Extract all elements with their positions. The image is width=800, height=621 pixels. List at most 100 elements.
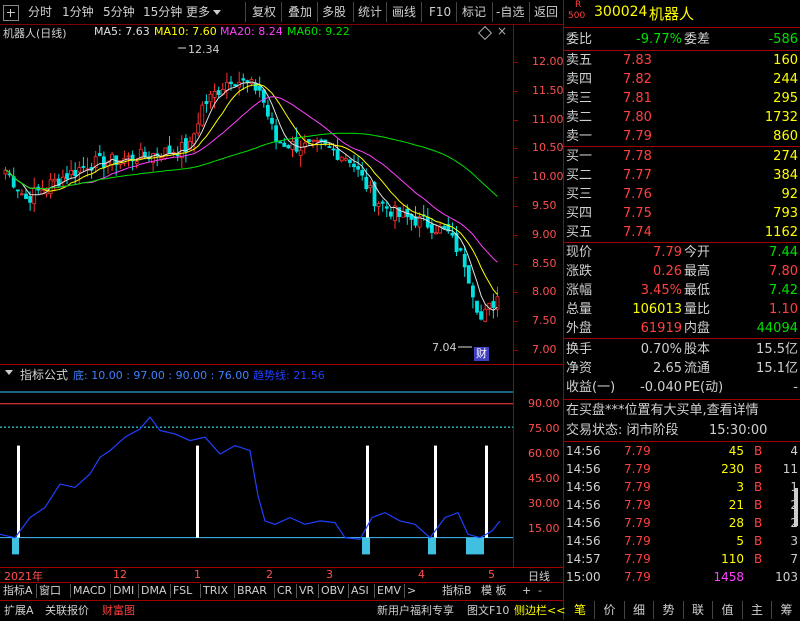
candle <box>484 309 487 321</box>
quote-tab[interactable]: 联 <box>684 601 713 619</box>
price-tick: 7.50 <box>532 314 561 327</box>
candle <box>209 94 212 102</box>
indicator-tab[interactable]: ASI <box>351 583 369 598</box>
price-tick: 7.00 <box>532 343 561 356</box>
mark-button[interactable]: 标记 <box>462 3 486 21</box>
candle <box>164 148 167 159</box>
candle <box>262 90 265 102</box>
quote-tab[interactable]: 笔 <box>566 601 595 619</box>
trade-count: 3 <box>790 532 798 550</box>
remove-watchlist-button[interactable]: -自选 <box>496 3 524 21</box>
tick-mark <box>514 120 518 121</box>
overlay-button[interactable]: 叠加 <box>288 3 312 21</box>
quote-tab[interactable]: 主 <box>743 601 772 619</box>
bids-row: 买五7.741162 <box>566 223 800 242</box>
asks-price[interactable]: 7.82 <box>623 70 652 89</box>
date-axis: 2021年 12 1 2 3 4 5 日线 <box>0 568 563 583</box>
bids-price[interactable]: 7.77 <box>623 166 652 185</box>
quote-tab[interactable]: 值 <box>714 601 743 619</box>
candle <box>66 174 69 179</box>
draw-line-button[interactable]: 画线 <box>392 3 416 21</box>
indicator-tab[interactable]: TRIX <box>203 583 228 598</box>
asks-price[interactable]: 7.80 <box>623 108 652 127</box>
trade-scrollbar[interactable] <box>794 488 798 526</box>
candle <box>225 82 228 90</box>
quote-tab[interactable]: 细 <box>625 601 654 619</box>
indicator-tab[interactable]: BRAR <box>237 583 267 598</box>
candle <box>246 81 249 83</box>
candle <box>98 153 101 155</box>
candle <box>184 139 187 152</box>
tab-wealth-chart[interactable]: 财富图 <box>102 603 135 619</box>
asks-price[interactable]: 7.81 <box>623 89 652 108</box>
collapse-icon[interactable] <box>3 5 19 21</box>
tab-1min[interactable]: 1分钟 <box>62 3 94 21</box>
f10-button[interactable]: F10 <box>429 3 451 21</box>
tick-mark <box>514 91 518 92</box>
multi-stock-button[interactable]: 多股 <box>322 3 346 21</box>
big-order-notice[interactable]: 在买盘***位置有大买单,查看详情 <box>566 401 800 420</box>
quote-tab[interactable]: 筹 <box>773 601 800 619</box>
candle <box>492 301 495 307</box>
indicator-tab[interactable]: DMA <box>141 583 167 598</box>
finance-badge[interactable]: 财 <box>474 347 489 361</box>
candle <box>213 91 216 97</box>
candle <box>295 138 298 152</box>
restore-rights-button[interactable]: 复权 <box>252 3 276 21</box>
top-toolbar: 分时 1分钟 5分钟 15分钟 更多 复权 叠加 多股 统计 画线 F10 标记… <box>0 0 563 25</box>
chevron-down-icon[interactable] <box>213 10 221 15</box>
tab-15min[interactable]: 15分钟 <box>143 3 182 21</box>
candle <box>389 212 392 216</box>
indicator-tick: 45.00 <box>528 472 561 485</box>
asks-price[interactable]: 7.83 <box>623 51 652 70</box>
indicator-chart[interactable] <box>0 381 563 567</box>
kline-chart[interactable] <box>0 25 563 363</box>
quote-tab[interactable]: 价 <box>596 601 625 619</box>
asks-row: 卖五7.83160 <box>566 51 800 70</box>
tab-extend-a[interactable]: 扩展A <box>4 603 34 619</box>
f10-graphic-button[interactable]: 图文F10 <box>467 603 509 619</box>
tab-more[interactable]: 更多 <box>186 3 210 21</box>
indicator-tab[interactable]: CR <box>277 583 292 598</box>
candle <box>353 164 356 167</box>
chevron-down-icon[interactable] <box>5 370 13 375</box>
tab-5min[interactable]: 5分钟 <box>103 3 135 21</box>
indicator-tab[interactable]: VR <box>299 583 314 598</box>
indicator-tab[interactable]: 窗口 <box>39 583 61 598</box>
indicator-tab-right[interactable]: - <box>538 583 542 598</box>
tab-related-quotes[interactable]: 关联报价 <box>45 603 89 619</box>
asks-label: 卖二 <box>566 108 592 127</box>
weibi-row: 委比 -9.77% 委差 -586 <box>566 30 800 49</box>
sidebar-toggle-button[interactable]: 侧边栏<< <box>514 603 565 619</box>
new-user-promo[interactable]: 新用户福利专享 <box>377 603 454 619</box>
indicator-tab-right[interactable]: 指标B <box>442 583 472 598</box>
tab-fenshi[interactable]: 分时 <box>28 3 52 21</box>
tab-divider <box>70 584 71 598</box>
indicator-tab[interactable]: EMV <box>377 583 401 598</box>
bids-price[interactable]: 7.76 <box>623 185 652 204</box>
candle <box>176 155 179 156</box>
statistics-button[interactable]: 统计 <box>358 3 382 21</box>
indicator-tab[interactable]: DMI <box>113 583 134 598</box>
bids-row: 买四7.75793 <box>566 204 800 223</box>
bids-price[interactable]: 7.74 <box>623 223 652 242</box>
stat-label: 最高 <box>684 262 710 281</box>
quote-tab[interactable]: 势 <box>655 601 684 619</box>
indicator-tab-right[interactable]: 模 板 <box>481 583 507 598</box>
indicator-tab[interactable]: 指标A <box>3 583 33 598</box>
close-icon[interactable]: × <box>497 24 507 38</box>
back-button[interactable]: 返回 <box>534 3 558 21</box>
bids-price[interactable]: 7.75 <box>623 204 652 223</box>
bids-price[interactable]: 7.78 <box>623 147 652 166</box>
indicator-tab-right[interactable]: + <box>522 583 531 598</box>
indicator-tab[interactable]: FSL <box>173 583 192 598</box>
low-price-label: 7.04 <box>432 341 457 354</box>
indicator-tab[interactable]: MACD <box>73 583 106 598</box>
stat-value: -0.040 <box>622 378 682 397</box>
indicator-tab[interactable]: > <box>407 583 416 598</box>
tick-mark <box>514 350 518 351</box>
indicator-tab[interactable]: OBV <box>321 583 344 598</box>
stat-label: 现价 <box>566 243 592 262</box>
asks-price[interactable]: 7.79 <box>623 127 652 146</box>
weicha-label: 委差 <box>684 30 710 49</box>
